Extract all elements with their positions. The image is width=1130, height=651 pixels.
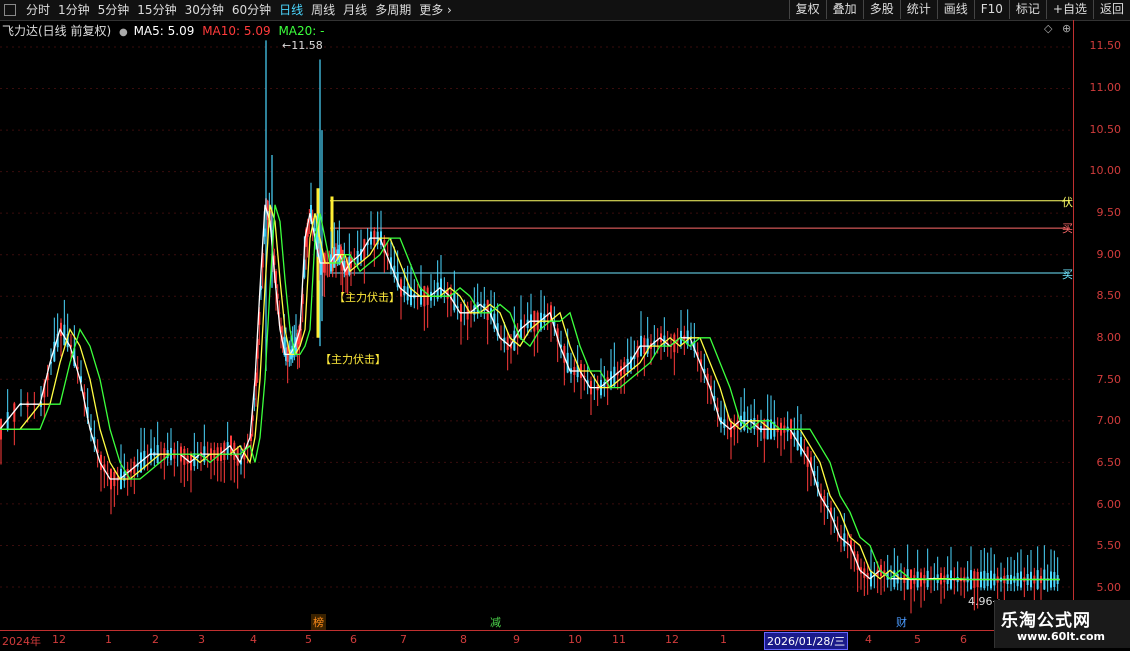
x-tick-label: 1 [720, 633, 727, 646]
x-tick-label: 9 [513, 633, 520, 646]
x-tick-label: 1 [105, 633, 112, 646]
kline-chart[interactable] [0, 0, 1130, 650]
x-tick-label: 11 [612, 633, 626, 646]
x-tick-label: 5 [305, 633, 312, 646]
zhuli-annotation: 【主力伏击】 [334, 291, 400, 304]
zhuli-annotation: 【主力伏击】 [320, 353, 386, 366]
y-tick-label: 11.00 [1089, 81, 1122, 94]
y-tick-label: 6.50 [1096, 456, 1122, 469]
y-tick-label: 11.50 [1089, 39, 1122, 52]
y-tick-label: 8.00 [1096, 331, 1122, 344]
x-tick-label: 3 [198, 633, 205, 646]
event-badge[interactable]: 榜 [311, 614, 326, 630]
y-tick-label: 5.50 [1096, 539, 1122, 552]
ma5-line [0, 204, 1060, 581]
chart-icons: ◇ ⊕ [1038, 22, 1071, 35]
watermark-url: www.60lt.com [1017, 630, 1106, 643]
x-tick-label: 4 [865, 633, 872, 646]
x-tick-label: 10 [568, 633, 582, 646]
y-tick-label: 10.00 [1089, 164, 1122, 177]
ma20-line [0, 204, 1060, 581]
y-tick-label: 7.50 [1096, 373, 1122, 386]
x-tick-label: 8 [460, 633, 467, 646]
ma10-value: MA10: 5.09 [202, 24, 271, 38]
event-badge[interactable]: 财 [894, 614, 909, 630]
y-tick-label: 8.50 [1096, 289, 1122, 302]
ma-legend: 飞力达(日线 前复权) ● MA5: 5.09 MA10: 5.09 MA20:… [2, 22, 328, 39]
x-tick-label: 6 [960, 633, 967, 646]
hline-label: 伏 [1062, 196, 1073, 209]
x-tick-label: 4 [250, 633, 257, 646]
price-axis: 11.50 11.00 10.50 10.00 9.50 9.00 8.50 8… [1073, 20, 1130, 630]
x-tick-label: 12 [52, 633, 66, 646]
ma20-value: MA20: - [278, 24, 325, 38]
max-price-label: ←11.58 [282, 39, 323, 52]
x-tick-label: 7 [400, 633, 407, 646]
diamond-icon[interactable]: ◇ [1044, 22, 1052, 35]
y-tick-label: 6.00 [1096, 498, 1122, 511]
ma5-value: MA5: 5.09 [133, 24, 195, 38]
x-tick-label: 12 [665, 633, 679, 646]
x-tick-label: 2 [152, 633, 159, 646]
x-tick-label: 2024年 [2, 635, 41, 648]
watermark-logo: 乐淘公式网 www.60lt.com [994, 600, 1130, 648]
date-axis: 2024年 12 1 2 3 4 5 6 7 8 9 10 11 12 1 20… [0, 630, 1073, 651]
y-tick-label: 9.50 [1096, 206, 1122, 219]
legend-dot-icon: ● [119, 27, 128, 38]
stock-name: 飞力达(日线 前复权) [2, 24, 112, 38]
y-tick-label: 7.00 [1096, 414, 1122, 427]
x-tick-label: 6 [350, 633, 357, 646]
y-tick-label: 5.00 [1096, 581, 1122, 594]
y-tick-label: 10.50 [1089, 123, 1122, 136]
crosshair-icon[interactable]: ⊕ [1062, 22, 1071, 35]
y-tick-label: 9.00 [1096, 248, 1122, 261]
hline-label: 买 [1062, 222, 1073, 235]
x-tick-label: 5 [914, 633, 921, 646]
event-badge[interactable]: 减 [488, 614, 503, 630]
watermark-title: 乐淘公式网 [1001, 611, 1091, 631]
ma10-line [0, 204, 1060, 581]
cursor-date-label: 2026/01/28/三 [764, 632, 849, 650]
hline-label: 买 [1062, 268, 1073, 281]
